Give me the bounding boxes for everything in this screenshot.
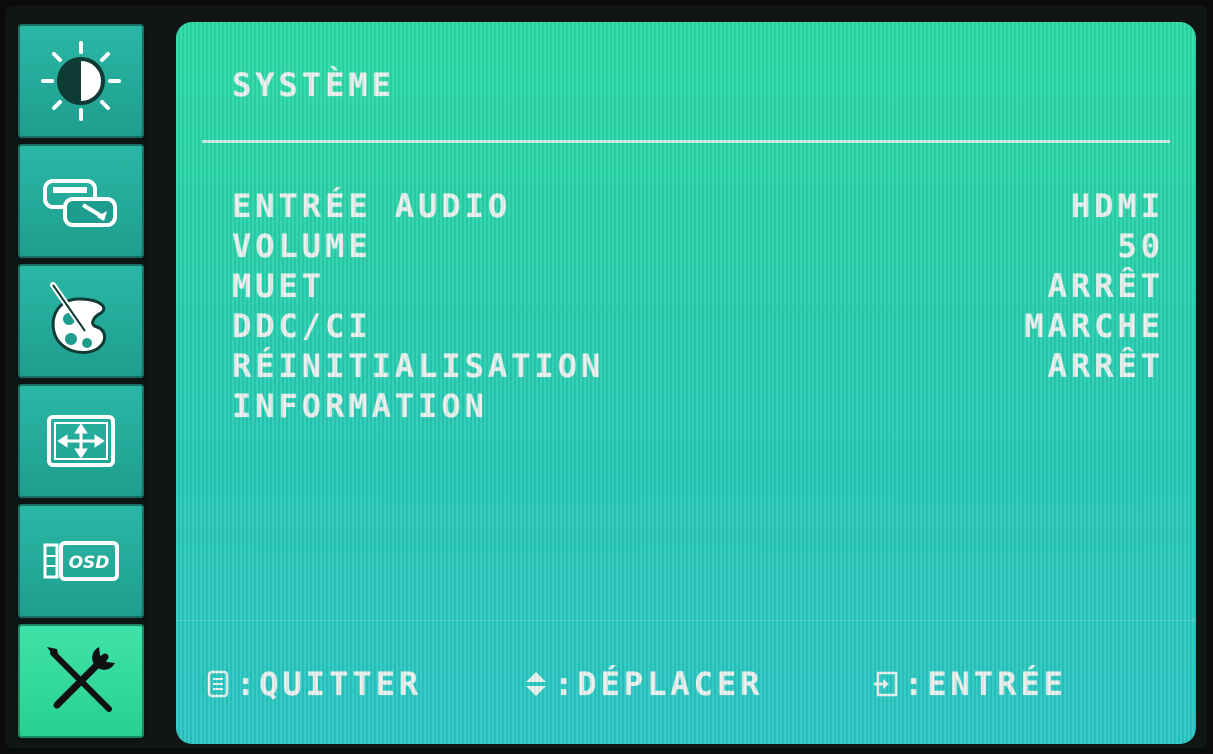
menu-category-rail: OSD	[14, 20, 148, 744]
menu-title: SYSTÈME	[232, 66, 395, 104]
brightness-category-button[interactable]	[18, 24, 144, 138]
key-hint-bar: :QUITTER :DÉPLACER :ENTRÉE	[204, 662, 1196, 706]
move-hint-label: :DÉPLACER	[554, 665, 764, 703]
system-category-button[interactable]	[18, 624, 144, 738]
menu-item-information[interactable]: INFORMATION	[232, 386, 1164, 426]
image-position-icon	[47, 415, 115, 467]
menu-item-value: HDMI	[1070, 187, 1164, 225]
menu-item-value: MARCHE	[1024, 307, 1164, 345]
enter-hint-label: :ENTRÉE	[904, 665, 1067, 703]
menu-item-value: 50	[1117, 227, 1164, 265]
osd-settings-icon: OSD	[43, 541, 119, 581]
image-setup-category-button[interactable]	[18, 384, 144, 498]
menu-item-label: MUET	[232, 267, 326, 305]
menu-item-volume[interactable]: VOLUME 50	[232, 226, 1164, 266]
color-category-button[interactable]	[18, 264, 144, 378]
menu-item-label: VOLUME	[232, 227, 372, 265]
move-hint: :DÉPLACER	[522, 665, 872, 703]
system-tools-icon	[47, 647, 115, 712]
menu-item-value: ARRÊT	[1047, 267, 1164, 305]
osd-category-button[interactable]: OSD	[18, 504, 144, 618]
menu-item-label: RÉINITIALISATION	[232, 347, 605, 385]
input-source-icon	[43, 179, 117, 227]
enter-hint: :ENTRÉE	[872, 665, 1067, 703]
title-divider	[202, 140, 1170, 143]
footer-divider	[176, 620, 1196, 621]
enter-key-icon	[874, 671, 898, 697]
quit-hint-label: :QUITTER	[236, 665, 423, 703]
menu-item-value: ARRÊT	[1047, 347, 1164, 385]
up-down-arrows-icon	[526, 672, 546, 696]
osd-icon-label: OSD	[69, 553, 110, 573]
brightness-contrast-icon	[41, 41, 121, 121]
menu-item-reset[interactable]: RÉINITIALISATION ARRÊT	[232, 346, 1164, 386]
input-category-button[interactable]	[18, 144, 144, 258]
settings-list: ENTRÉE AUDIO HDMI VOLUME 50 MUET ARRÊT D…	[232, 186, 1164, 426]
menu-item-ddc-ci[interactable]: DDC/CI MARCHE	[232, 306, 1164, 346]
menu-key-icon	[207, 670, 229, 698]
menu-item-label: ENTRÉE AUDIO	[232, 187, 512, 225]
color-palette-icon	[50, 282, 106, 354]
menu-item-audio-input[interactable]: ENTRÉE AUDIO HDMI	[232, 186, 1164, 226]
quit-hint: :QUITTER	[204, 665, 522, 703]
osd-menu-panel: SYSTÈME ENTRÉE AUDIO HDMI VOLUME 50 MUET…	[176, 22, 1196, 744]
menu-item-mute[interactable]: MUET ARRÊT	[232, 266, 1164, 306]
menu-item-label: DDC/CI	[232, 307, 372, 345]
menu-item-label: INFORMATION	[232, 387, 488, 425]
